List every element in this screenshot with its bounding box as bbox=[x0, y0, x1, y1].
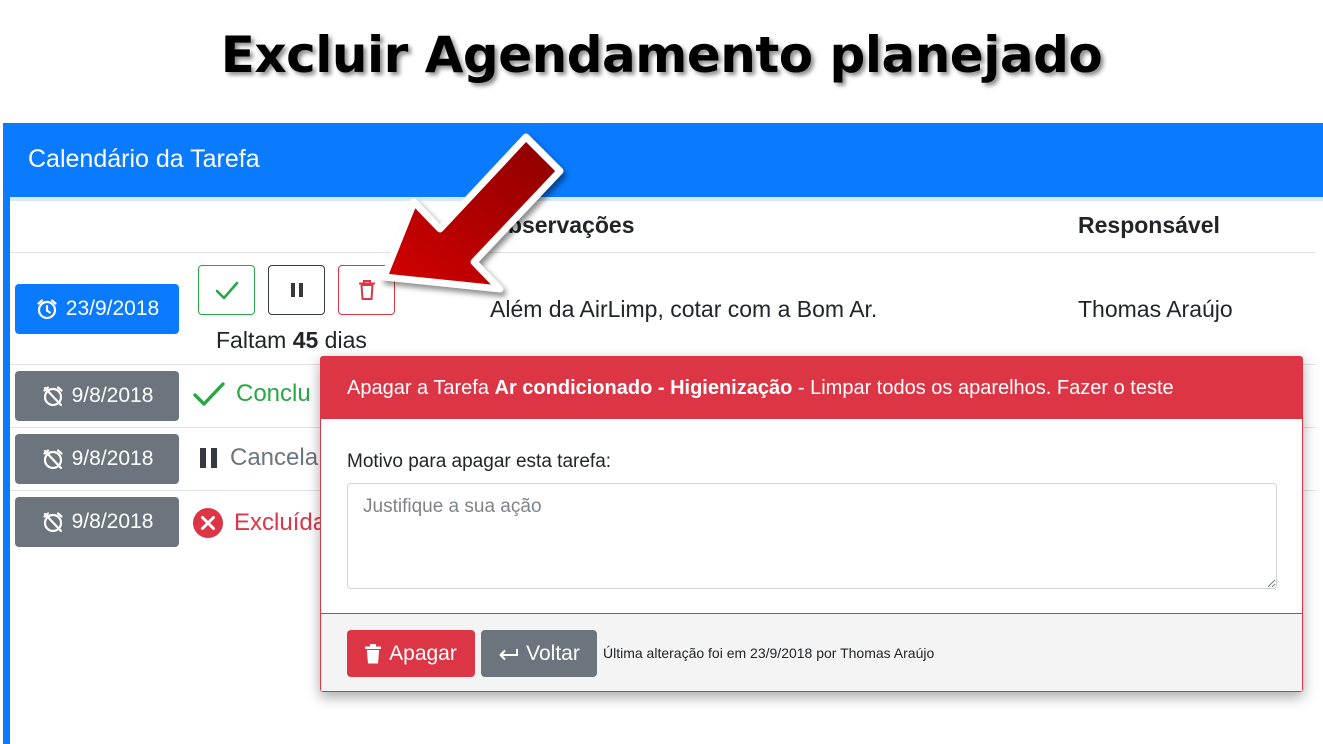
modal-footer: Apagar Voltar Última alteração foi em 23… bbox=[321, 613, 1302, 691]
modal-task-description: - Limpar todos os aparelhos. Fazer o tes… bbox=[797, 377, 1174, 399]
remaining-days-text: Faltam 45 dias bbox=[216, 327, 367, 354]
observation-cell: Além da AirLimp, cotar com a Bom Ar. bbox=[490, 296, 878, 322]
x-circle-icon bbox=[193, 508, 223, 538]
status-label: Conclu bbox=[236, 380, 311, 407]
date-label: 23/9/2018 bbox=[65, 297, 160, 320]
confirm-delete-label: Apagar bbox=[389, 641, 457, 665]
column-header-responsavel: Responsável bbox=[1078, 212, 1220, 238]
table-divider bbox=[10, 252, 1315, 253]
headline: Excluir Agendamento planejado bbox=[220, 26, 1103, 84]
pause-icon bbox=[200, 448, 217, 468]
reason-label: Motivo para apagar esta tarefa: bbox=[347, 451, 612, 472]
pause-button[interactable] bbox=[268, 265, 325, 315]
confirm-delete-button[interactable]: Apagar bbox=[347, 630, 475, 677]
status-deleted: Excluída bbox=[192, 507, 326, 539]
date-button-row-4[interactable]: 9/8/2018 bbox=[15, 497, 179, 547]
check-icon bbox=[215, 281, 238, 300]
last-change-note: Última alteração foi em 23/9/2018 por Th… bbox=[603, 645, 935, 661]
alarm-off-icon bbox=[43, 449, 63, 470]
remaining-prefix: Faltam bbox=[216, 327, 287, 353]
modal-header: Apagar a Tarefa Ar condicionado - Higien… bbox=[321, 357, 1302, 419]
modal-title-prefix: Apagar a Tarefa bbox=[347, 377, 489, 399]
status-completed: Conclu bbox=[192, 380, 311, 408]
alarm-off-icon bbox=[43, 386, 63, 407]
status-canceled: Cancela bbox=[198, 444, 318, 472]
date-button-row-2[interactable]: 9/8/2018 bbox=[15, 371, 179, 421]
modal-task-name: Ar condicionado - Higienização bbox=[494, 377, 793, 399]
complete-button[interactable] bbox=[198, 265, 255, 315]
back-button[interactable]: Voltar bbox=[481, 630, 597, 677]
back-label: Voltar bbox=[526, 641, 580, 665]
date-button-row-1[interactable]: 23/9/2018 bbox=[15, 284, 179, 334]
remaining-suffix: dias bbox=[324, 327, 367, 353]
reason-textarea[interactable] bbox=[347, 483, 1277, 589]
responsible-cell: Thomas Araújo bbox=[1078, 296, 1233, 322]
big-red-arrow bbox=[380, 133, 564, 293]
check-icon bbox=[193, 382, 225, 406]
date-label: 9/8/2018 bbox=[71, 510, 154, 533]
alarm-off-icon bbox=[43, 512, 63, 533]
alarm-clock-icon bbox=[37, 299, 57, 320]
date-label: 9/8/2018 bbox=[71, 447, 154, 470]
return-arrow-icon bbox=[499, 648, 519, 660]
card-title: Calendário da Tarefa bbox=[3, 123, 1323, 197]
remaining-days-count: 45 bbox=[292, 327, 319, 353]
delete-task-modal: Apagar a Tarefa Ar condicionado - Higien… bbox=[320, 356, 1303, 692]
status-label: Cancela bbox=[230, 444, 319, 471]
date-button-row-3[interactable]: 9/8/2018 bbox=[15, 434, 179, 484]
status-label: Excluída bbox=[234, 509, 327, 536]
pause-icon bbox=[290, 283, 303, 297]
date-label: 9/8/2018 bbox=[71, 384, 154, 407]
card-header-divider bbox=[10, 197, 1323, 201]
trash-icon bbox=[365, 643, 382, 663]
